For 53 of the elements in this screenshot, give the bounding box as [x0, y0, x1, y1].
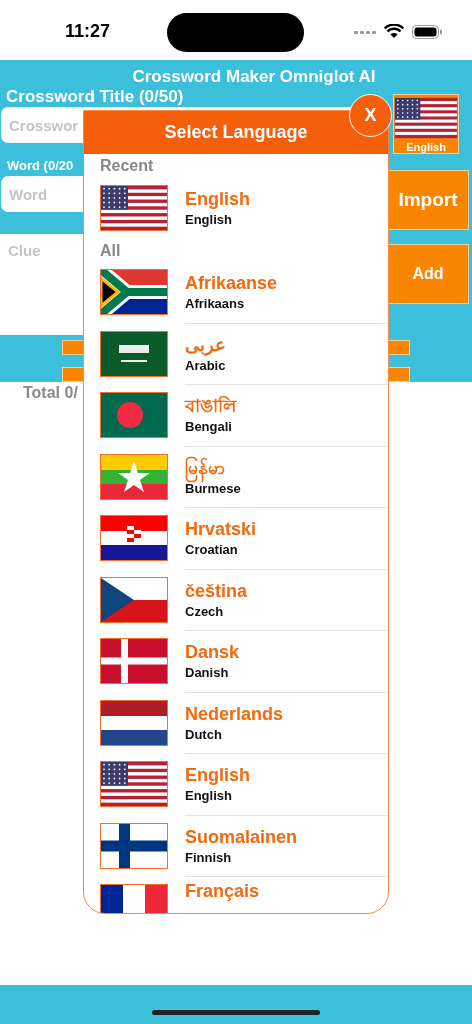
language-subtitle: Afrikaans	[185, 296, 245, 312]
flag-icon	[100, 761, 168, 808]
language-subtitle: Dutch	[185, 726, 222, 742]
flag-icon	[394, 97, 458, 139]
field-label: Crossword Title (0/50)	[5, 87, 184, 107]
language-name: Nederlands	[185, 702, 284, 725]
language-subtitle: Croatian	[185, 542, 238, 558]
language-subtitle: English	[185, 788, 232, 804]
language-item[interactable]: Afrikaanse Afrikaans	[100, 261, 388, 323]
language-name: বাঙালি	[185, 395, 236, 418]
language-subtitle: English	[185, 212, 232, 228]
wifi-icon	[384, 24, 404, 39]
total-count: Total 0/	[23, 384, 78, 401]
language-item[interactable]: Dansk Danish	[100, 630, 388, 692]
language-item[interactable]: Hrvatski Croatian	[100, 507, 388, 569]
language-item[interactable]: বাঙালি Bengali	[100, 384, 388, 446]
flag-icon	[100, 576, 168, 623]
language-item[interactable]: မြန်မာ Burmese	[100, 446, 388, 508]
language-name: Suomalainen	[185, 825, 298, 848]
dialog-title: Select Language	[164, 122, 308, 143]
language-subtitle: Bengali	[185, 419, 232, 435]
language-name: عربى	[185, 333, 226, 356]
section-title: Recent	[100, 157, 155, 175]
status-time: 11:27	[65, 21, 111, 42]
battery-icon	[412, 24, 442, 39]
language-name: Hrvatski	[185, 518, 257, 541]
language-item[interactable]: English English	[100, 177, 388, 239]
flag-icon	[100, 392, 168, 439]
language-subtitle: Danish	[185, 665, 229, 681]
language-name: English	[185, 188, 250, 211]
section-title: All	[100, 241, 122, 260]
language-subtitle: Arabic	[185, 357, 226, 373]
field-label: Word (0/20	[6, 158, 74, 173]
language-item[interactable]: Nederlands Dutch	[100, 692, 388, 754]
language-name: English	[185, 764, 250, 787]
flag-icon	[100, 822, 168, 869]
language-subtitle: Finnish	[185, 849, 232, 865]
flag-icon	[100, 269, 168, 316]
language-name: Français	[185, 879, 260, 902]
flag-icon	[100, 184, 168, 231]
language-name: čeština	[185, 579, 248, 602]
language-name: Afrikaanse	[185, 272, 278, 295]
app-title: Crossword Maker Omniglot AI	[131, 67, 377, 87]
flag-icon	[100, 699, 168, 746]
flag-icon	[100, 330, 168, 377]
language-item[interactable]: Suomalainen Finnish	[100, 815, 388, 877]
language-subtitle: Czech	[185, 603, 224, 619]
flag-icon	[100, 638, 168, 685]
language-name: Dansk	[185, 641, 240, 664]
language-item[interactable]: čeština Czech	[100, 569, 388, 631]
flag-icon	[100, 453, 168, 500]
language-item[interactable]: English English	[100, 753, 388, 815]
flag-icon	[100, 515, 168, 562]
